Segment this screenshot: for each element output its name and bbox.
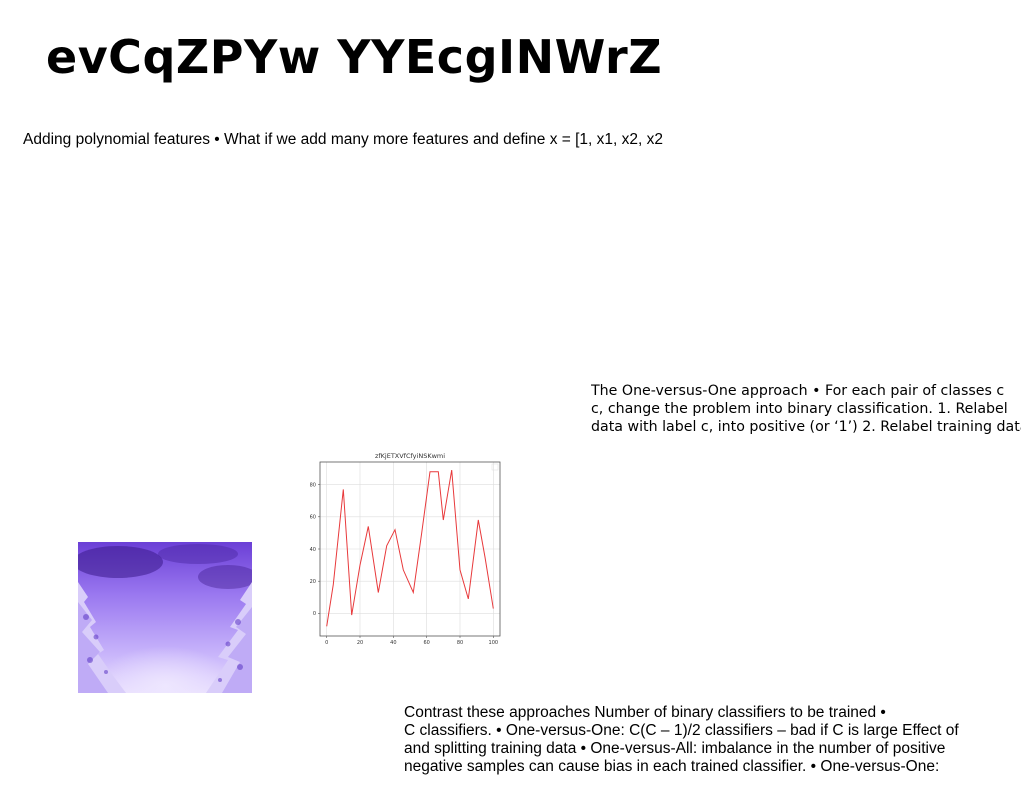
contrast-approaches-text: Contrast these approaches Number of bina…: [404, 704, 984, 776]
text-line: negative samples can cause bias in each …: [404, 758, 940, 775]
x-tick-label: 100: [489, 640, 499, 646]
x-axis-ticks: 0 20 40 60 80 100: [325, 636, 498, 646]
line-chart: zfKjETXVfCfyiNSKwmi 0 20 40 60 80 100 0 20 40 60…: [310, 452, 501, 646]
y-tick-label: 0: [313, 611, 316, 617]
x-tick-label: 20: [357, 640, 363, 646]
series-line: [326, 470, 494, 627]
y-tick-label: 60: [310, 515, 316, 521]
y-tick-label: 20: [310, 579, 316, 585]
text-line: C classifiers. • One-versus-One: C(C – 1…: [404, 722, 959, 739]
x-tick-label: 80: [457, 640, 463, 646]
y-axis-ticks: 0 20 40 60 80: [310, 482, 320, 617]
purple-forest-image: [78, 542, 252, 693]
y-tick-label: 40: [310, 547, 316, 553]
legend-box: [491, 463, 499, 471]
chart-title: zfKjETXVfCfyiNSKwmi: [375, 452, 445, 460]
text-line: data with label c, into positive (or ‘1’…: [591, 419, 1021, 435]
polynomial-features-text: Adding polynomial features • What if we …: [23, 131, 663, 148]
text-line: and splitting training data • One-versus…: [404, 740, 946, 757]
x-tick-label: 0: [325, 640, 328, 646]
x-tick-label: 40: [390, 640, 396, 646]
one-versus-one-text: The One-versus-One approach • For each p…: [591, 382, 1021, 436]
x-tick-label: 60: [423, 640, 429, 646]
text-line: c⁠, change the problem into binary class…: [591, 401, 1008, 417]
text-line: The One-versus-One approach • For each p…: [591, 383, 1005, 399]
y-tick-label: 80: [310, 482, 316, 488]
slide-title: evCqZPYw YYEcgINWrZ: [46, 30, 663, 84]
text-line: Contrast these approaches Number of bina…: [404, 704, 886, 721]
